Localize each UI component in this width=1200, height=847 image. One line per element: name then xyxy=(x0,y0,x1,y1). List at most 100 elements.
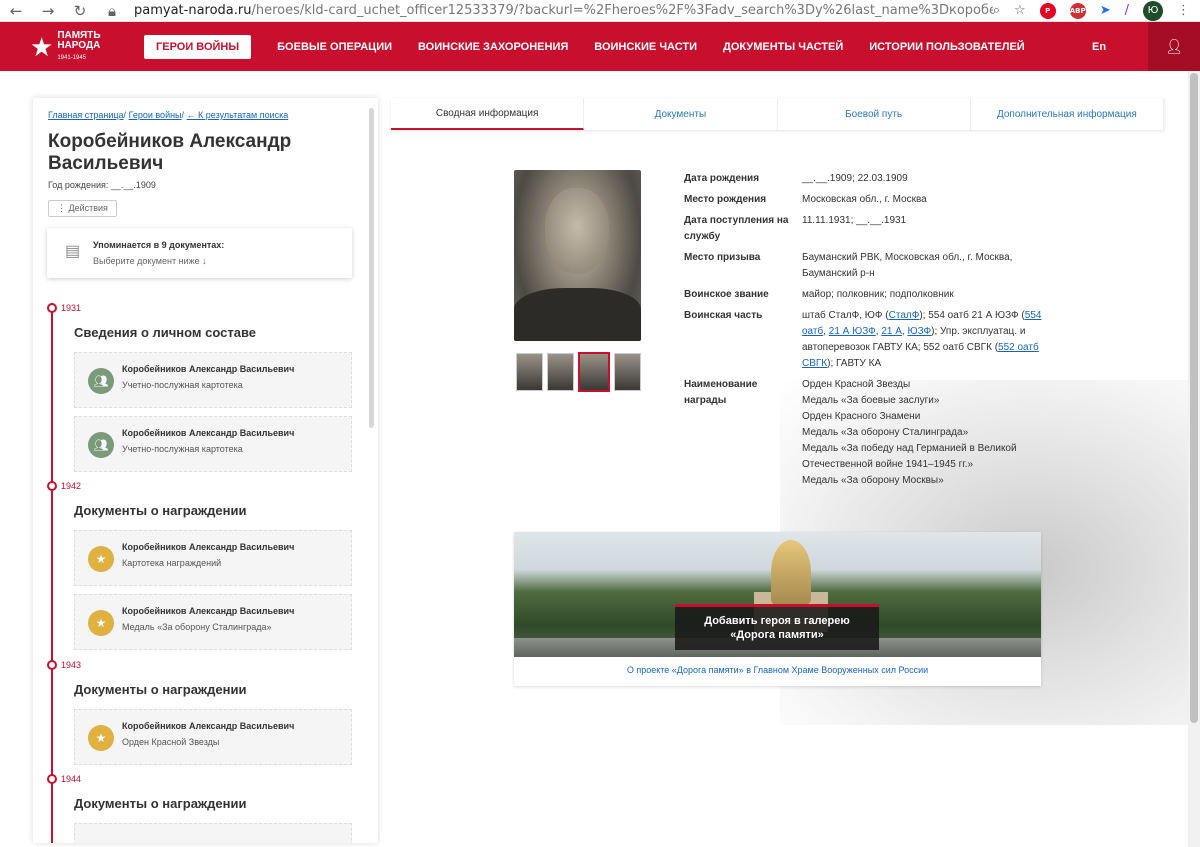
nav-heroes[interactable]: ГЕРОИ ВОЙНЫ xyxy=(144,34,252,59)
draft-place: Бауманский РВК, Московская обл., г. Моск… xyxy=(802,252,1013,279)
language-switch[interactable]: En xyxy=(1092,41,1148,53)
address-bar[interactable]: pamyat-naroda.ru/heroes/kld-card_uchet_o… xyxy=(134,3,993,18)
adblock-icon[interactable]: ABP xyxy=(1069,2,1086,19)
hero-sidebar: Главная страница/ Герои войны/ ← К резул… xyxy=(33,98,378,843)
sidebar-scrollbar[interactable] xyxy=(369,108,374,428)
back-arrow-icon[interactable]: ← xyxy=(0,2,32,20)
nav-operations[interactable]: БОЕВЫЕ ОПЕРАЦИИ xyxy=(277,41,392,53)
medal-icon: ★ xyxy=(88,725,114,751)
actions-button[interactable]: ⋮ Действия xyxy=(48,200,117,217)
document-card[interactable]: ★ Коробейников Александр Васильевич Орде… xyxy=(74,709,352,765)
section-title: Документы о награждении xyxy=(74,503,247,518)
card-name: Коробейников Александр Васильевич xyxy=(122,721,295,731)
breadcrumb: Главная страница/ Герои войны/ ← К резул… xyxy=(48,110,289,120)
zoom-icon[interactable]: ⌕ xyxy=(993,3,1000,18)
card-desc: Картотека награждений xyxy=(122,558,222,568)
timeline-year: 1942 xyxy=(61,481,82,491)
reload-icon[interactable]: ↻ xyxy=(64,2,96,20)
awards-list: Орден Красной Звезды Медаль «За боевые з… xyxy=(802,377,1042,489)
medal-icon: ★ xyxy=(88,610,114,636)
personnel-card-icon: 👥︎ xyxy=(88,432,114,458)
medal-icon: ★ xyxy=(88,546,114,572)
extension-icon[interactable]: ➤ xyxy=(1100,3,1111,18)
info-row: Наименование награды Орден Красной Звезд… xyxy=(684,377,1044,489)
extension-pen-icon[interactable]: / xyxy=(1125,3,1129,18)
documents-icon: ▤ xyxy=(65,243,81,260)
tab-summary[interactable]: Сводная информация xyxy=(391,98,585,130)
timeline-line xyxy=(51,303,53,843)
info-row: Дата рождения __.__.1909; 22.03.1909 xyxy=(684,171,1044,187)
bookmark-star-icon[interactable]: ☆ xyxy=(1014,3,1026,18)
card-name: Коробейников Александр Васильевич xyxy=(122,364,295,374)
tab-documents[interactable]: Документы xyxy=(584,98,778,130)
unit-link[interactable]: 21 А xyxy=(881,326,902,337)
site-logo[interactable]: ★ ПАМЯТЬ НАРОДА 1941-1945 xyxy=(0,22,120,71)
lock-icon[interactable]: 🔒︎ xyxy=(96,2,128,20)
timeline-dot xyxy=(47,774,57,784)
section-title: Сведения о личном составе xyxy=(74,325,257,340)
timeline-dot xyxy=(47,303,57,313)
pinterest-icon[interactable]: P xyxy=(1039,2,1056,19)
card-desc: Учетно-послужная картотека xyxy=(122,444,243,454)
document-card[interactable]: ★ Коробейников Александр Васильевич Карт… xyxy=(74,530,352,586)
tab-combat-path[interactable]: Боевой путь xyxy=(778,98,971,130)
hero-info-table: Дата рождения __.__.1909; 22.03.1909 Мес… xyxy=(684,171,1044,494)
card-desc: Орден Красной Звезды xyxy=(122,737,220,747)
info-row: Дата поступления на службу 11.11.1931; _… xyxy=(684,213,1044,245)
service-date: 11.11.1931; __.__.1931 xyxy=(802,215,907,226)
logo-line-2: НАРОДА xyxy=(57,39,101,51)
award-item: Орден Красного Знамени xyxy=(802,411,921,422)
breadcrumb-heroes[interactable]: Герои войны xyxy=(129,110,182,120)
photo-thumbnail[interactable] xyxy=(516,353,543,391)
birth-year: Год рождения: __.__.1909 xyxy=(48,180,156,190)
unit-link[interactable]: 21 А ЮЗФ xyxy=(829,326,876,337)
document-card[interactable] xyxy=(74,823,352,843)
card-name: Коробейников Александр Васильевич xyxy=(122,428,295,438)
breadcrumb-home[interactable]: Главная страница xyxy=(48,110,124,120)
star-icon: ★ xyxy=(30,31,54,62)
road-of-memory-banner: Добавить героя в галерею «Дорога памяти»… xyxy=(514,532,1041,686)
unit-link[interactable]: СталФ xyxy=(889,310,920,321)
forward-arrow-icon[interactable]: → xyxy=(32,2,64,20)
menu-dots-icon[interactable]: ⋮ xyxy=(1177,3,1190,18)
military-unit: штаб СталФ, ЮФ (СталФ); 554 оатб 21 А ЮЗ… xyxy=(802,310,1042,369)
photo-thumbnail-selected[interactable] xyxy=(578,352,610,392)
project-link[interactable]: О проекте «Дорога памяти» в Главном Храм… xyxy=(514,665,1041,675)
info-label: Воинская часть xyxy=(684,310,763,321)
logo-line-1: ПАМЯТЬ xyxy=(57,29,101,41)
birth-place: Московская обл., г. Москва xyxy=(802,194,927,205)
account-avatar[interactable]: Ю xyxy=(1143,0,1163,21)
add-to-gallery-button[interactable]: Добавить героя в галерею «Дорога памяти» xyxy=(675,604,879,650)
document-card[interactable]: ★ Коробейников Александр Васильевич Меда… xyxy=(74,594,352,650)
document-card[interactable]: 👥︎ Коробейников Александр Васильевич Уче… xyxy=(74,352,352,408)
award-item: Орден Красной Звезды xyxy=(802,379,911,390)
hero-photo[interactable] xyxy=(514,170,641,341)
mentions-subtitle: Выберите документ ниже ↓ xyxy=(93,256,207,266)
nav-unit-documents[interactable]: ДОКУМЕНТЫ ЧАСТЕЙ xyxy=(723,41,843,53)
timeline-year: 1944 xyxy=(61,774,82,784)
nav-units[interactable]: ВОИНСКИЕ ЧАСТИ xyxy=(594,41,697,53)
tab-additional-info[interactable]: Дополнительная информация xyxy=(971,98,1164,130)
info-label: Воинское звание xyxy=(684,289,769,300)
timeline-dot xyxy=(47,660,57,670)
info-label: Наименование награды xyxy=(684,379,758,406)
photo-thumbnail[interactable] xyxy=(547,353,574,391)
card-desc: Медаль «За оборону Сталинграда» xyxy=(122,622,272,632)
card-desc: Учетно-послужная картотека xyxy=(122,380,243,390)
nav-burials[interactable]: ВОИНСКИЕ ЗАХОРОНЕНИЯ xyxy=(418,41,568,53)
logo-years: 1941-1945 xyxy=(57,54,87,61)
nav-user-stories[interactable]: ИСТОРИИ ПОЛЬЗОВАТЕЛЕЙ xyxy=(869,41,1024,53)
photo-thumbnail[interactable] xyxy=(614,353,641,391)
info-row: Место призыва Бауманский РВК, Московская… xyxy=(684,250,1044,282)
section-title: Документы о награждении xyxy=(74,682,247,697)
breadcrumb-back[interactable]: ← К результатам поиска xyxy=(187,110,289,120)
document-card[interactable]: 👥︎ Коробейников Александр Васильевич Уче… xyxy=(74,416,352,472)
user-icon[interactable]: 👤︎ xyxy=(1148,22,1200,71)
unit-link[interactable]: ЮЗФ xyxy=(907,326,931,337)
page-scrollbar[interactable] xyxy=(1188,71,1200,847)
info-label: Место рождения xyxy=(684,194,767,205)
info-label: Место призыва xyxy=(684,252,761,263)
info-row: Место рождения Московская обл., г. Москв… xyxy=(684,192,1044,208)
timeline-dot xyxy=(47,481,57,491)
extension-icons: ⌕ ☆ P ABP ➤ / Ю ⋮ xyxy=(993,0,1200,21)
